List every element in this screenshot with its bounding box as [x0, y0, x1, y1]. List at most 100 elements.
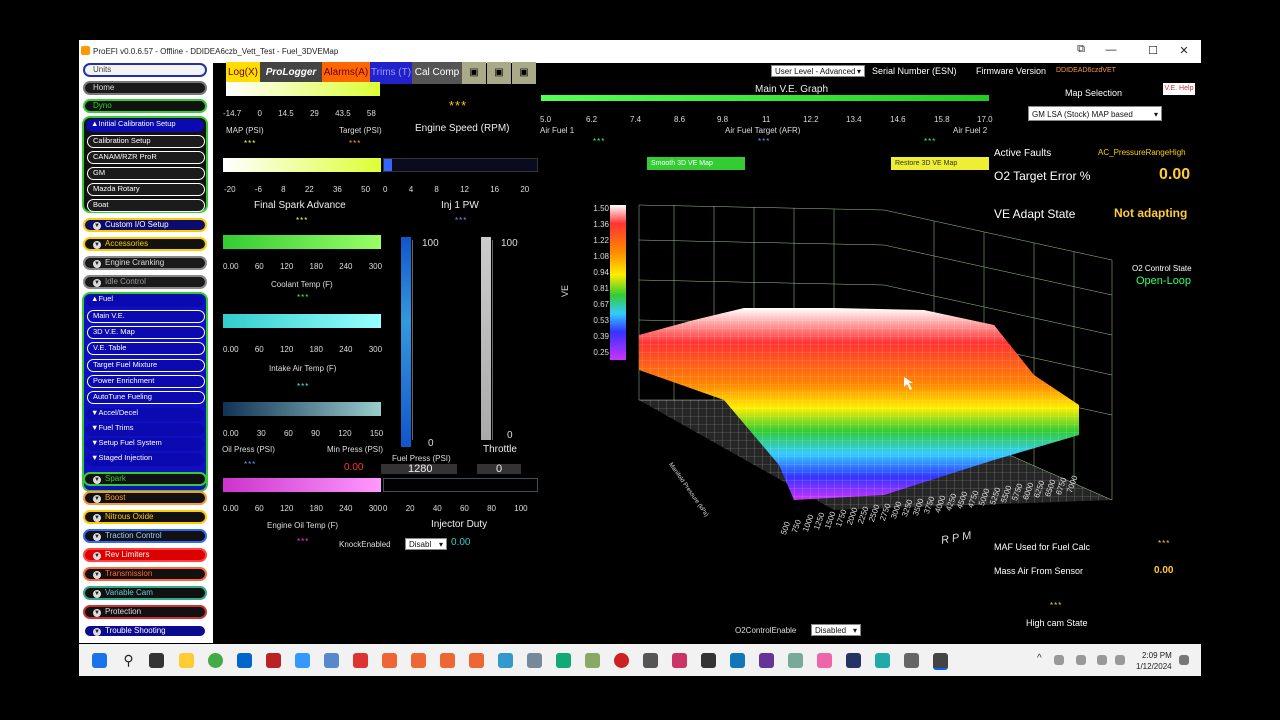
filezilla-icon[interactable]: [266, 653, 281, 668]
restore-ve-button[interactable]: Restore 3D VE Map: [891, 157, 989, 170]
maximize-button[interactable]: ☐: [1145, 44, 1161, 58]
app-icon-23[interactable]: [846, 653, 861, 668]
sidebar-item-accessories[interactable]: ▼ Accessories: [83, 237, 207, 251]
sidebar-sub-3d-ve-map[interactable]: 3D V.E. Map: [87, 326, 205, 339]
task-view-icon[interactable]: [149, 653, 164, 668]
sidebar-sub-fuel-trims[interactable]: ▼Fuel Trims: [86, 423, 204, 436]
user-level-select[interactable]: User Level - Advanced: [771, 65, 865, 78]
tray-chevron-icon[interactable]: ^: [1037, 653, 1042, 664]
inj-duty-ticks: 0 20 40 60 80 100: [383, 504, 528, 513]
snipping-icon[interactable]: [672, 653, 687, 668]
app-icon-22[interactable]: [817, 653, 832, 668]
notification-icon[interactable]: [1179, 655, 1189, 665]
sidebar-sub-target-fuel[interactable]: Target Fuel Mixture: [87, 359, 205, 372]
outlook-icon[interactable]: [237, 653, 252, 668]
sidebar-item-transmission[interactable]: ▼ Transmission: [83, 567, 207, 581]
sidebar-item-boost[interactable]: ▼ Boost: [83, 491, 207, 505]
sidebar-sub-accel-decel[interactable]: ▼Accel/Decel: [86, 408, 204, 421]
excel-icon[interactable]: [556, 653, 571, 668]
sidebar-sub-ve-table[interactable]: V.E. Table: [87, 342, 205, 355]
fuel-press-bottom: 0: [428, 438, 434, 449]
app-icon-24[interactable]: [875, 653, 890, 668]
matlab-icon-3[interactable]: [440, 653, 455, 668]
tab-trims[interactable]: Trims (T): [370, 62, 412, 84]
gauge-icon-2[interactable]: ▣: [487, 62, 511, 84]
gauge-icon-3[interactable]: ▣: [512, 62, 536, 84]
o2-control-value: Open-Loop: [1136, 275, 1192, 287]
visual-studio-icon[interactable]: [759, 653, 774, 668]
sidebar-item-spark[interactable]: ▼ Spark: [83, 472, 207, 486]
app-icon-19[interactable]: [730, 653, 745, 668]
chrome-icon[interactable]: [208, 653, 223, 668]
sidebar-item-home[interactable]: Home: [83, 81, 207, 95]
sidebar-sub-boat[interactable]: Boat: [87, 199, 205, 212]
o2-enable-select[interactable]: Disabled: [811, 624, 861, 637]
sidebar-sub-gm[interactable]: GM: [87, 167, 205, 180]
tab-log[interactable]: Log(X): [226, 62, 260, 84]
sidebar-sub-canam[interactable]: CANAM/RZR ProR: [87, 151, 205, 164]
app-icon-4[interactable]: [295, 653, 310, 668]
ve-help-button[interactable]: V.E. Help: [1163, 83, 1195, 95]
tab-alarms[interactable]: Alarms(A): [322, 62, 370, 84]
sidebar-item-idle-control[interactable]: ▼ Idle Control: [83, 275, 207, 289]
minimize-button[interactable]: —: [1103, 44, 1119, 58]
tray-icon-1[interactable]: [1054, 655, 1064, 665]
snap-icon[interactable]: ⧉: [1073, 43, 1089, 57]
sidebar-sub-staged-injection[interactable]: ▼Staged Injection: [86, 453, 204, 466]
sidebar-item-trouble-shooting[interactable]: ▼ Trouble Shooting: [83, 624, 207, 638]
sidebar-item-traction[interactable]: ▼ Traction Control: [83, 529, 207, 543]
file-explorer-icon[interactable]: [179, 653, 194, 668]
sidebar-sub-mazda[interactable]: Mazda Rotary: [87, 183, 205, 196]
tray-icon-2[interactable]: [1076, 655, 1086, 665]
coolant-ticks: 0.00 60 120 180 240 300: [223, 262, 383, 271]
sidebar-item-engine-cranking[interactable]: ▼ Engine Cranking: [83, 256, 207, 270]
ve-adapt-label: VE Adapt State: [994, 207, 1076, 221]
knock-select[interactable]: Disabl: [405, 538, 447, 551]
sidebar-item-rev-limiters[interactable]: ▼ Rev Limiters: [83, 548, 207, 562]
sidebar-item-fuel[interactable]: ▲Fuel: [86, 294, 204, 307]
sidebar-item-initial-cal[interactable]: ▲Initial Calibration Setup: [86, 119, 204, 132]
ve-axis-label: VE: [560, 284, 571, 298]
sidebar-item-protection[interactable]: ▼ Protection: [83, 605, 207, 619]
tab-cal-comp[interactable]: Cal Comp: [412, 62, 462, 84]
target-dots: ***: [349, 139, 362, 148]
network-icon[interactable]: [1097, 655, 1107, 665]
app-icon-6[interactable]: [353, 653, 368, 668]
calculator-icon[interactable]: [527, 653, 542, 668]
tab-prologger[interactable]: ProLogger: [260, 62, 322, 84]
sidebar-sub-main-ve[interactable]: Main V.E.: [87, 310, 205, 323]
sidebar-sub-setup-fuel-system[interactable]: ▼Setup Fuel System: [86, 438, 204, 451]
matlab-icon-2[interactable]: [411, 653, 426, 668]
windows-start-icon[interactable]: [92, 653, 107, 668]
gauge-icon-1[interactable]: ▣: [462, 62, 486, 84]
min-press-label: Min Press (PSI): [327, 445, 384, 454]
app-icon-5[interactable]: [324, 653, 339, 668]
sidebar-sub-autotune[interactable]: AutoTune Fueling: [87, 391, 205, 404]
smooth-ve-button[interactable]: Smooth 3D VE Map: [647, 157, 745, 170]
sidebar-sub-power-enrichment[interactable]: Power Enrichment: [87, 375, 205, 388]
serial-label: Serial Number (ESN): [872, 66, 957, 76]
app-icon-21[interactable]: [788, 653, 803, 668]
fuel-press-label: Fuel Press (PSI): [392, 454, 451, 463]
sidebar-item-nitrous[interactable]: ▼ Nitrous Oxide: [83, 510, 207, 524]
firmware-value: DDIDEAD6czdVET: [1056, 67, 1116, 74]
matlab-icon-1[interactable]: [382, 653, 397, 668]
app-icon-18[interactable]: [701, 653, 716, 668]
high-cam-dots: ***: [1050, 601, 1063, 610]
app-icon-14[interactable]: [585, 653, 600, 668]
app-icon-25[interactable]: [904, 653, 919, 668]
matlab-icon-4[interactable]: [469, 653, 484, 668]
volume-icon[interactable]: [1115, 655, 1125, 665]
close-button[interactable]: ✕: [1176, 44, 1192, 58]
proefi-taskbar-icon[interactable]: [933, 653, 948, 670]
sidebar-item-custom-io[interactable]: ▼ Custom I/O Setup: [83, 218, 207, 232]
app-icon-11[interactable]: [498, 653, 513, 668]
app-icon-16[interactable]: [643, 653, 658, 668]
sidebar-item-dyno[interactable]: Dyno: [83, 99, 207, 113]
sidebar-sub-calibration-setup[interactable]: Calibration Setup: [87, 135, 205, 148]
map-selection-select[interactable]: GM LSA (Stock) MAP based: [1028, 106, 1162, 122]
sidebar-item-units[interactable]: Units: [83, 63, 207, 77]
app-icon-15[interactable]: [614, 653, 629, 668]
search-icon[interactable]: ⚲: [121, 653, 136, 668]
sidebar-item-variable-cam[interactable]: ▼ Variable Cam: [83, 586, 207, 600]
